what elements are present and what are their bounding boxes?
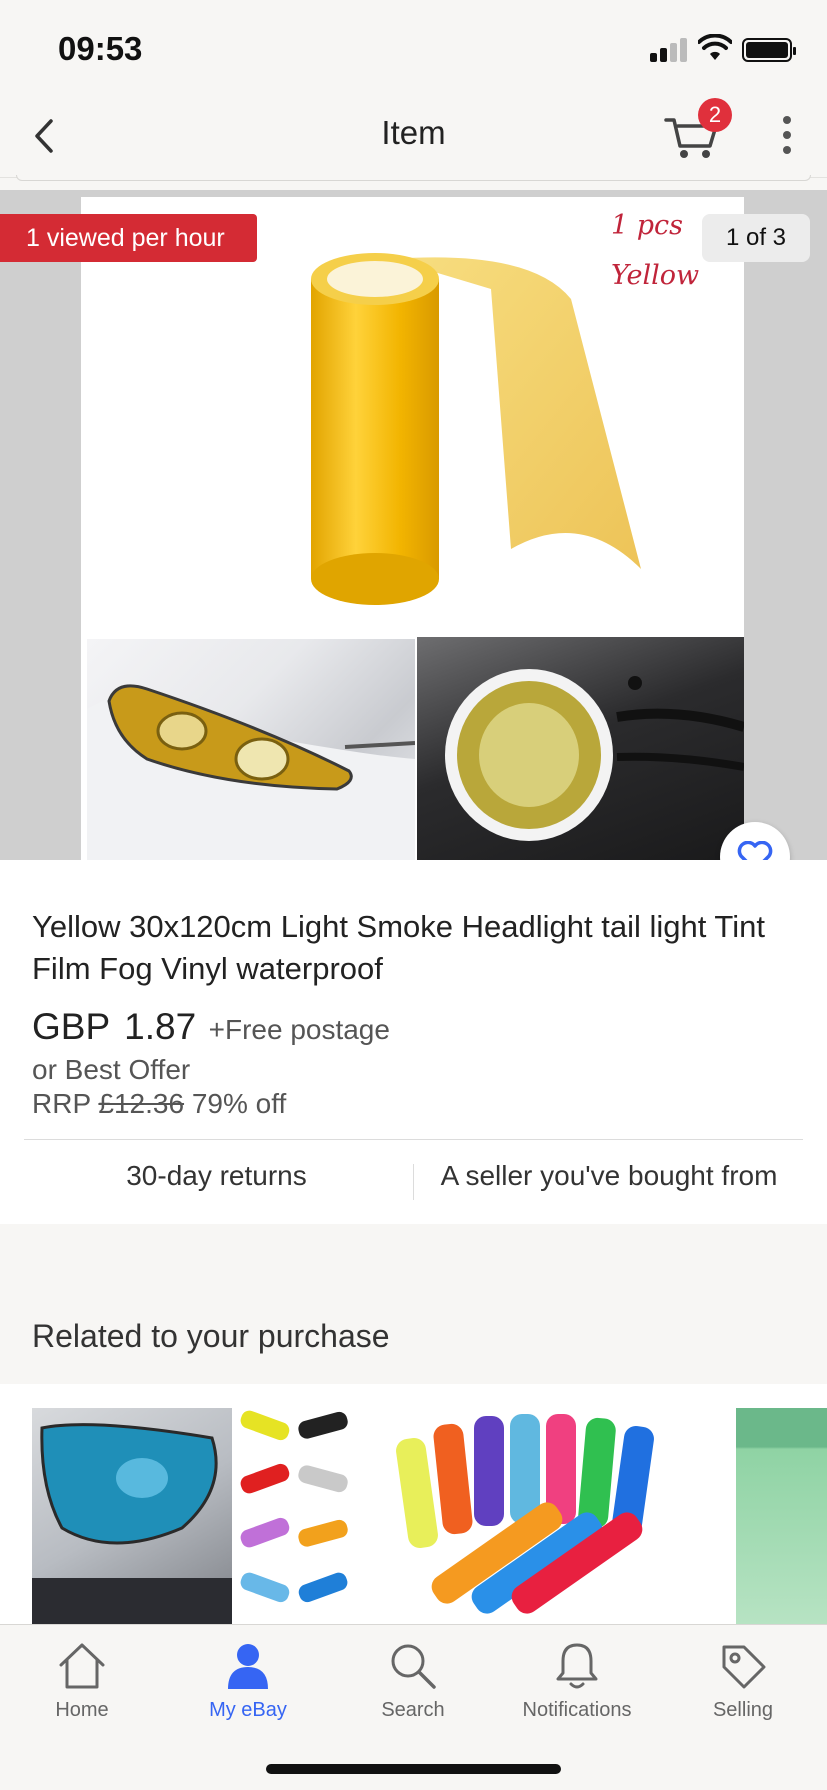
dot-icon (783, 146, 791, 154)
item-title: Yellow 30x120cm Light Smoke Headlight ta… (32, 909, 765, 986)
user-icon (228, 1644, 268, 1689)
related-title: Related to your purchase (32, 1318, 390, 1354)
best-offer-text: or Best Offer (32, 1054, 191, 1085)
product-image[interactable]: 1 pcs Yellow (81, 197, 744, 860)
cellular-signal-icon (650, 38, 690, 62)
rrp-row: RRP £12.36 79% off (32, 1088, 286, 1120)
related-carousel[interactable] (0, 1384, 827, 1624)
price-currency: GBP (32, 1006, 111, 1047)
tab-home[interactable]: Home (7, 1639, 157, 1739)
header-divider (16, 175, 811, 181)
returns-info[interactable]: 30-day returns (24, 1160, 409, 1192)
item-info: Yellow 30x120cm Light Smoke Headlight ta… (0, 860, 827, 1224)
tab-label: Notifications (522, 1699, 632, 1721)
related-item-image[interactable] (32, 1408, 232, 1624)
wifi-icon (698, 34, 732, 60)
app-header: Item 2 (0, 98, 827, 178)
dot-icon (783, 131, 791, 139)
divider (24, 1139, 803, 1140)
item-page: 09:53 Item 2 1 pcs Yellow 1 viewed per h… (0, 0, 827, 1790)
tab-label: Search (381, 1699, 445, 1721)
search-icon (391, 1644, 436, 1689)
related-item-image[interactable] (234, 1408, 354, 1624)
price-row: GBP 1.87 +Free postage (32, 1006, 390, 1048)
tab-selling[interactable]: Selling (668, 1639, 818, 1739)
views-badge: 1 viewed per hour (0, 214, 257, 262)
postage-text: +Free postage (208, 1014, 390, 1045)
tab-label: My eBay (209, 1699, 287, 1721)
rrp-label: RRP (32, 1088, 91, 1119)
tab-my-ebay[interactable]: My eBay (173, 1639, 323, 1739)
battery-icon (742, 38, 796, 62)
status-bar: 09:53 (0, 0, 827, 98)
home-icon (59, 1643, 105, 1689)
cart-count-badge: 2 (698, 98, 732, 132)
tab-label: Home (55, 1699, 109, 1721)
tab-search[interactable]: Search (338, 1639, 488, 1739)
related-item-image[interactable] (392, 1408, 692, 1624)
film-roll-image (311, 253, 641, 605)
image-counter: 1 of 3 (702, 214, 810, 262)
discount-text: 79% off (191, 1088, 287, 1119)
price-amount: 1.87 (124, 1006, 197, 1047)
image-gallery[interactable]: 1 pcs Yellow 1 viewed per hour 1 of 3 (0, 190, 827, 860)
status-time: 09:53 (58, 30, 143, 67)
foglight-photo (417, 637, 744, 860)
rrp-value: £12.36 (98, 1088, 185, 1119)
home-indicator (266, 1764, 561, 1774)
bell-icon (556, 1643, 598, 1689)
more-options-button[interactable] (770, 110, 804, 160)
tag-icon (722, 1645, 766, 1689)
image-caption: 1 pcs Yellow (611, 210, 700, 291)
headlight-photo (87, 639, 415, 860)
tab-label: Selling (712, 1699, 774, 1721)
tab-notifications[interactable]: Notifications (502, 1639, 652, 1739)
dot-icon (783, 116, 791, 124)
related-item-image[interactable] (736, 1408, 827, 1624)
seller-info[interactable]: A seller you've bought from (414, 1160, 804, 1192)
